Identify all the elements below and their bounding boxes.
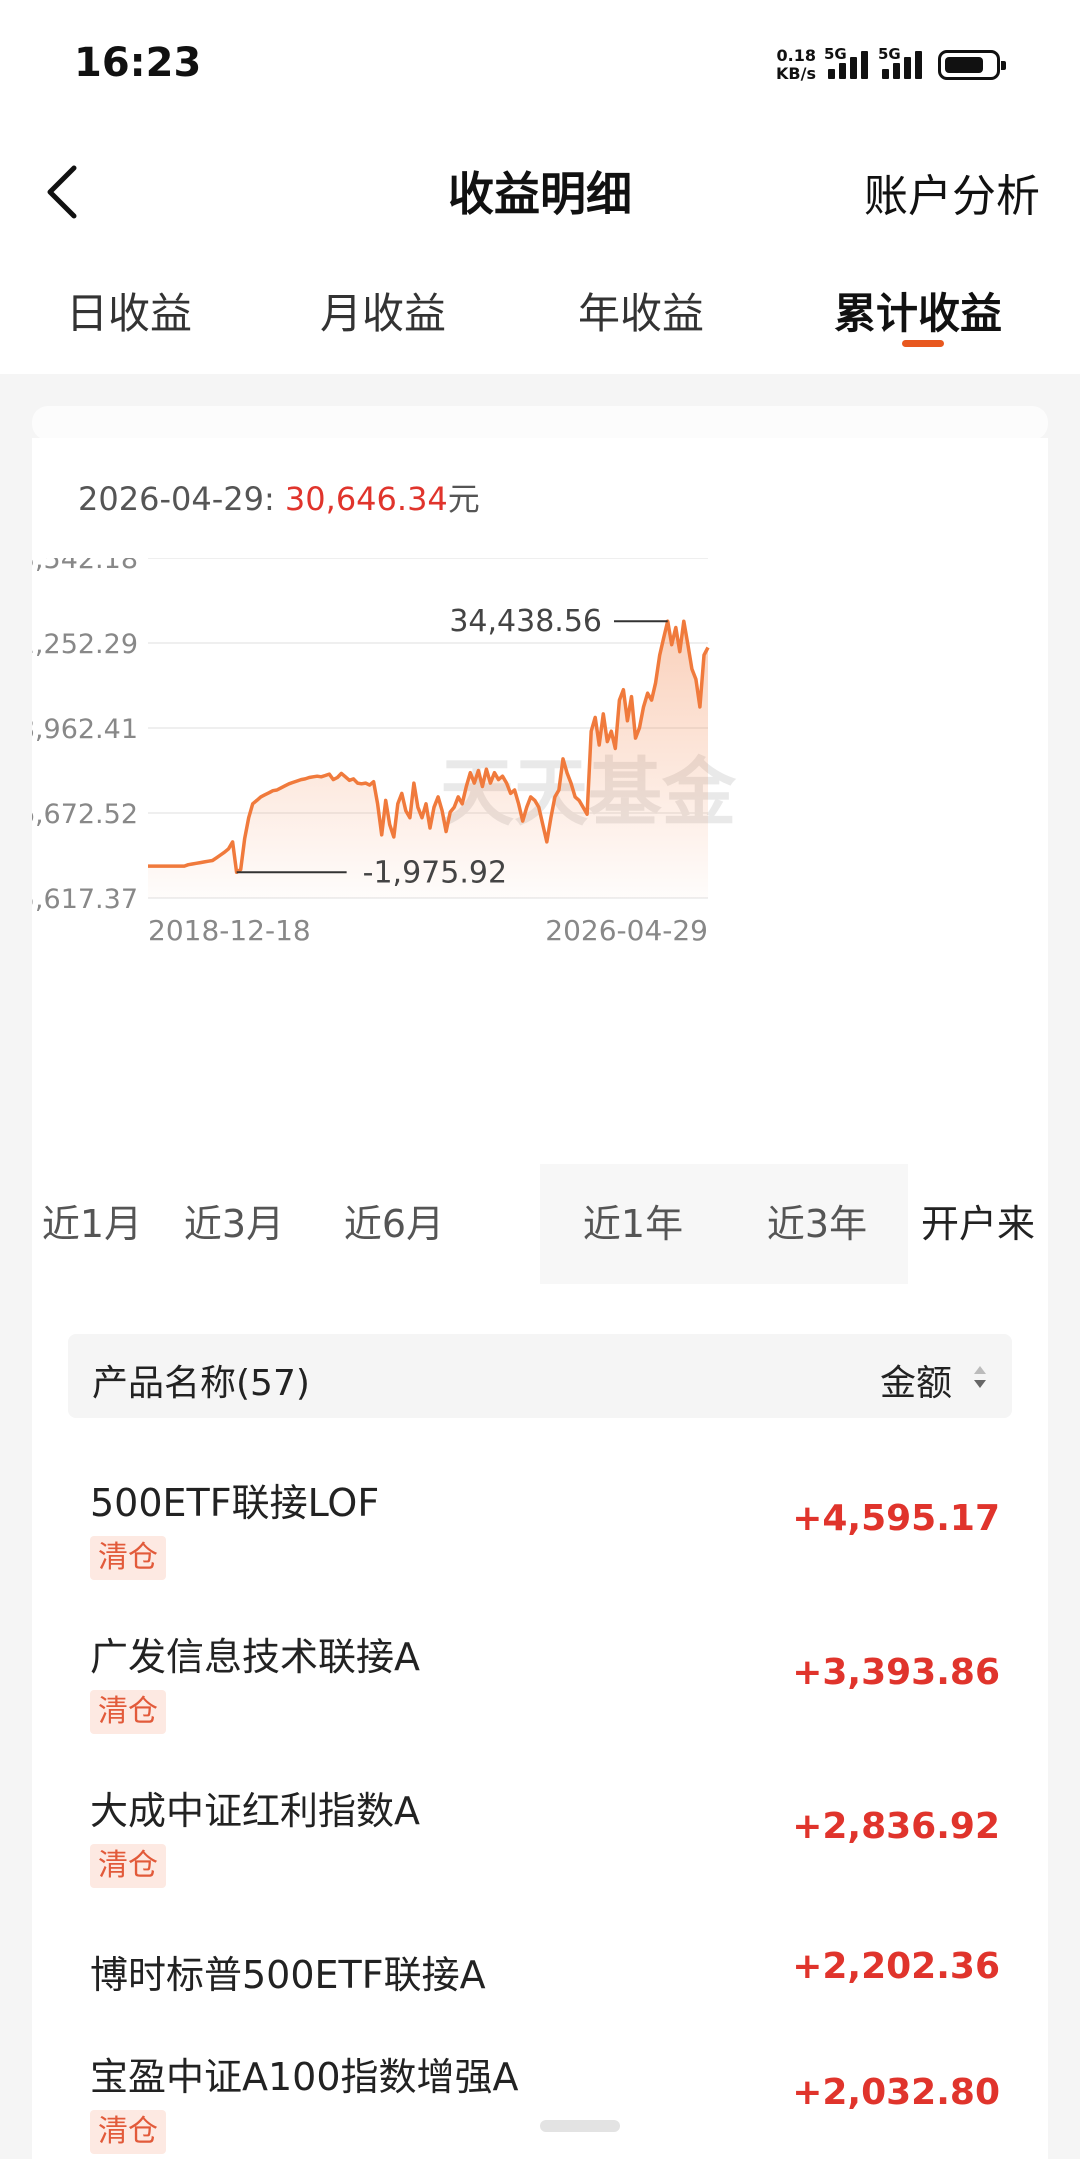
- network-speed: 0.18 KB/s: [776, 46, 816, 83]
- scroll-indicator[interactable]: [540, 2120, 620, 2132]
- tab-monthly[interactable]: 月收益: [320, 280, 446, 341]
- product-amount: +2,202.36: [792, 1946, 1000, 1987]
- product-name: 宝盈中证A100指数增强A: [90, 2055, 519, 2099]
- product-list-header: 产品名称(57) 金额: [68, 1334, 1012, 1418]
- period-3m[interactable]: 近3月: [154, 1164, 314, 1284]
- period-since-open[interactable]: 开户来: [908, 1164, 1048, 1284]
- product-row[interactable]: 宝盈中证A100指数增强A 清仓 +2,032.80: [32, 2032, 1048, 2159]
- cleared-badge: 清仓: [90, 2110, 166, 2154]
- income-card: 2026-04-29: 30,646.34元 43,542.18 31,252.2…: [32, 438, 1048, 2159]
- product-name: 广发信息技术联接A: [90, 1635, 420, 1679]
- product-name: 500ETF联接LOF: [90, 1481, 380, 1525]
- product-name: 博时标普500ETF联接A: [90, 1953, 486, 1997]
- tab-daily[interactable]: 日收益: [66, 280, 192, 341]
- status-time: 16:23: [74, 40, 202, 86]
- tab-yearly[interactable]: 年收益: [578, 280, 704, 341]
- y-tick-label: 6,672.52: [32, 799, 138, 830]
- cleared-badge: 清仓: [90, 1690, 166, 1734]
- amount-column[interactable]: 金额: [880, 1354, 952, 1406]
- status-icons: 0.18 KB/s 5G 5G: [776, 40, 1006, 90]
- signal-icon-2: 5G: [878, 45, 922, 79]
- cleared-badge: 清仓: [90, 1844, 166, 1888]
- card-edge: [32, 406, 1048, 440]
- signal-icon: 5G: [824, 45, 868, 79]
- y-tick-label: 18,962.41: [32, 714, 138, 745]
- product-row[interactable]: 500ETF联接LOF 清仓 +4,595.17: [32, 1458, 1048, 1608]
- product-amount: +2,032.80: [792, 2072, 1000, 2113]
- income-tabs: 日收益 月收益 年收益 累计收益: [0, 250, 1080, 374]
- battery-icon: [938, 50, 1006, 80]
- y-tick-label: 31,252.29: [32, 629, 138, 660]
- sort-icon[interactable]: [972, 1362, 988, 1392]
- product-amount: +4,595.17: [792, 1498, 1000, 1539]
- min-label: -1,975.92: [363, 855, 507, 890]
- account-analysis-link[interactable]: 账户分析: [864, 160, 1040, 224]
- nav-header: 收益明细 账户分析: [0, 130, 1080, 250]
- max-label: 34,438.56: [449, 604, 602, 639]
- period-3y[interactable]: 近3年: [726, 1164, 908, 1284]
- product-row[interactable]: 博时标普500ETF联接A +2,202.36: [32, 1922, 1048, 2032]
- product-amount: +2,836.92: [792, 1806, 1000, 1847]
- tab-active-indicator: [902, 340, 944, 347]
- period-1y[interactable]: 近1年: [540, 1164, 726, 1284]
- y-tick-label: 43,542.18: [32, 558, 138, 575]
- chart-value: 30,646.34: [284, 480, 448, 518]
- product-row[interactable]: 广发信息技术联接A 清仓 +3,393.86: [32, 1612, 1048, 1762]
- period-selector: 近1月 近3月 近6月 近1年 近3年 开户来: [32, 1164, 1048, 1284]
- product-name: 大成中证红利指数A: [90, 1789, 420, 1833]
- product-name-column: 产品名称(57): [92, 1363, 310, 1404]
- chart-unit: 元: [447, 480, 480, 518]
- chart-header: 2026-04-29: 30,646.34元: [78, 474, 480, 520]
- tab-cumulative[interactable]: 累计收益: [834, 280, 1002, 341]
- cleared-badge: 清仓: [90, 1536, 166, 1580]
- chart-date: 2026-04-29:: [78, 480, 285, 518]
- period-6m[interactable]: 近6月: [316, 1164, 472, 1284]
- y-tick-label: -5,617.37: [32, 884, 138, 915]
- cumulative-income-chart[interactable]: 43,542.18 31,252.29 18,962.41 6,672.52 -5,61…: [32, 558, 1048, 1158]
- product-row[interactable]: 大成中证红利指数A 清仓 +2,836.92: [32, 1766, 1048, 1916]
- product-amount: +3,393.86: [792, 1652, 1000, 1693]
- status-bar: 16:23 0.18 KB/s 5G 5G: [0, 0, 1080, 130]
- x-axis-start-label: 2018-12-18: [148, 914, 311, 947]
- period-1m[interactable]: 近1月: [32, 1164, 152, 1284]
- x-axis-end-label: 2026-04-29: [545, 914, 708, 947]
